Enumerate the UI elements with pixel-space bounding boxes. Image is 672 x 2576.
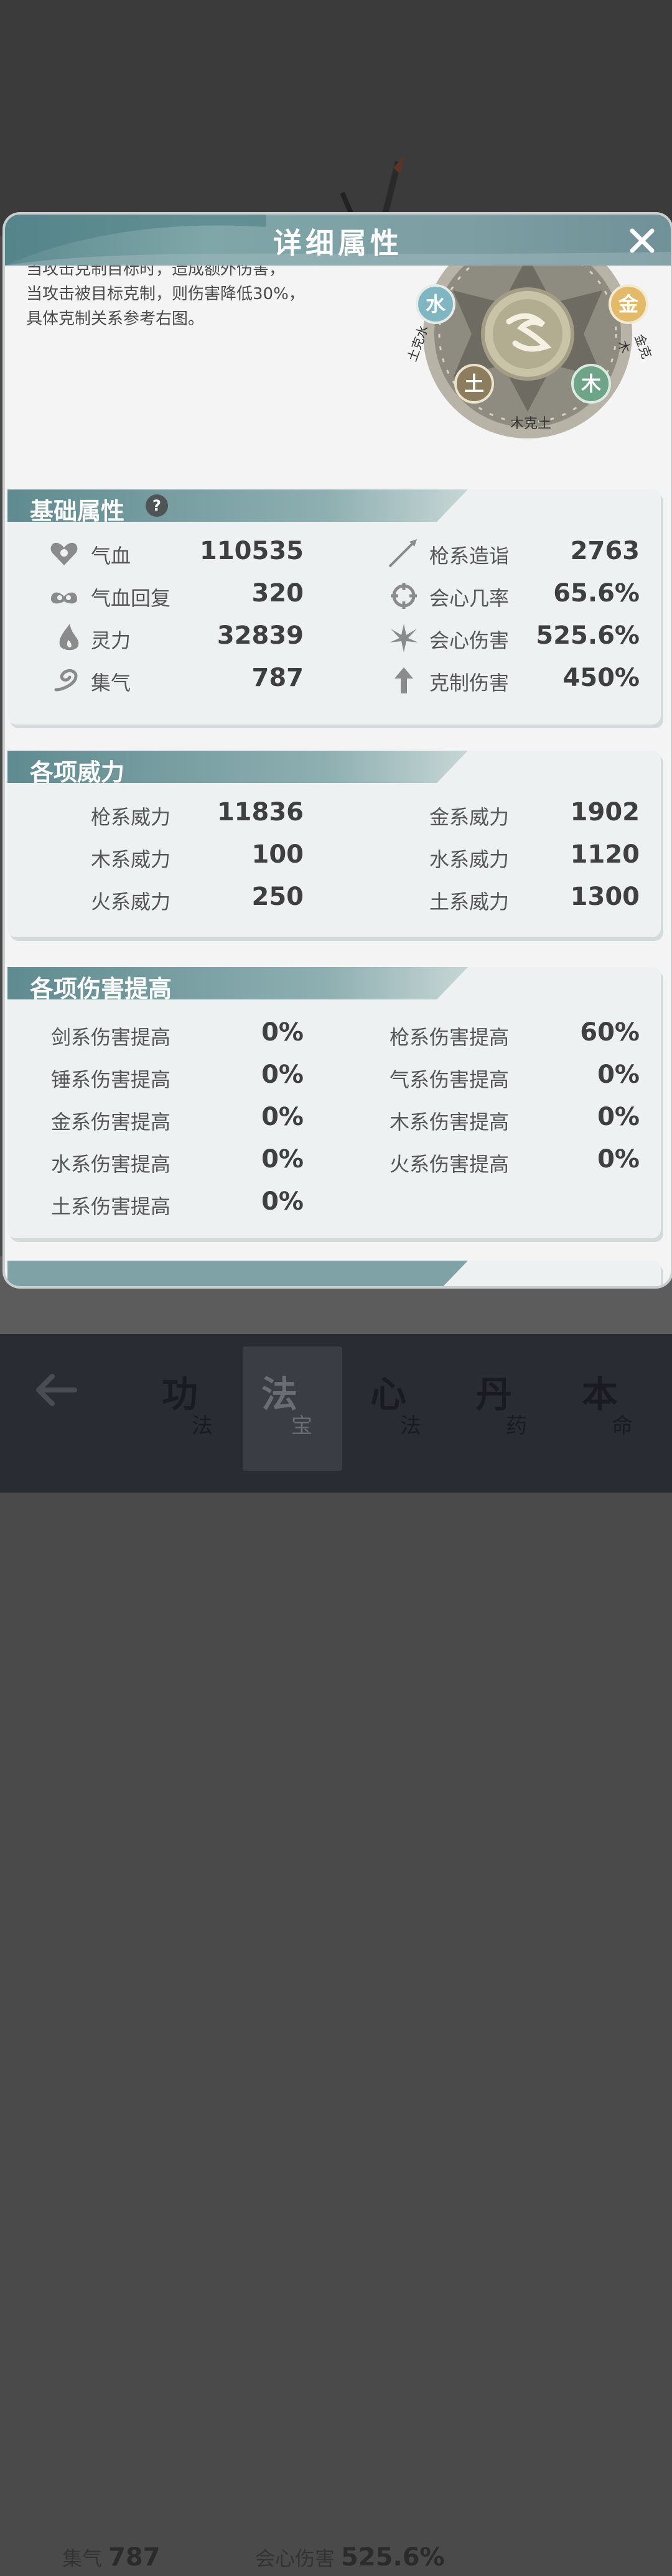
stat-value: 525.6% xyxy=(536,621,640,650)
nav-tab-sub: 药 xyxy=(506,1414,527,1439)
description-line: 当攻击克制目标时，造成额外伤害， xyxy=(26,266,286,279)
heart-icon xyxy=(50,542,78,565)
nav-tab-fabao[interactable]: 法 宝 xyxy=(243,1346,342,1471)
description-line: 当攻击被目标克制，则伤害降低30%， xyxy=(26,285,305,303)
damage-label: 火系伤害提高 xyxy=(390,1152,510,1176)
power-value: 1300 xyxy=(570,883,640,911)
background-stat-crit: 会心伤害 525.6% xyxy=(255,2539,445,2576)
damage-label: 剑系伤害提高 xyxy=(51,1026,171,1049)
power-label: 金系威力 xyxy=(429,805,510,829)
power-value: 1902 xyxy=(570,798,640,827)
damage-label: 气系伤害提高 xyxy=(390,1068,510,1091)
stat-value: 787 xyxy=(251,664,304,692)
stat-label: 集气 xyxy=(91,671,131,695)
nav-tab-sub: 法 xyxy=(400,1414,421,1439)
damage-label: 木系伤害提高 xyxy=(390,1110,510,1134)
nav-tab-danyao[interactable]: 丹 药 xyxy=(457,1346,557,1471)
stat-label: 克制伤害 xyxy=(429,671,510,695)
stat-value: 110535 xyxy=(200,537,304,565)
attribute-detail-modal: 详细属性 当攻击克制目标时，造成额外伤害， 当攻击被目标克制，则伤害降低30%，… xyxy=(5,215,671,1286)
nav-tab-xinfa[interactable]: 心 法 xyxy=(352,1346,451,1471)
element-water-badge: 水 xyxy=(416,284,455,324)
bottom-nav: 功 法 法 宝 心 法 丹 药 本 命 xyxy=(0,1334,672,1493)
nav-tab-benming[interactable]: 本 命 xyxy=(563,1346,663,1471)
background-scene xyxy=(0,0,672,280)
help-icon[interactable]: ? xyxy=(146,494,168,517)
crit-rate-icon xyxy=(391,583,417,609)
nav-tab-gongfa[interactable]: 功 法 xyxy=(143,1346,243,1471)
damage-label: 土系伤害提高 xyxy=(51,1195,171,1218)
power-label: 水系威力 xyxy=(429,848,510,871)
section-basic-attributes: 基础属性 ? 气血 110535 气血回复 320 灵力 32839 集气 78… xyxy=(7,489,661,725)
element-metal-badge: 金 xyxy=(609,284,648,324)
flame-icon xyxy=(59,624,79,651)
power-value: 11836 xyxy=(217,798,304,827)
power-label: 火系威力 xyxy=(91,890,171,914)
stat-label: 会心伤害 xyxy=(429,629,510,652)
back-arrow-icon[interactable] xyxy=(31,1365,81,1415)
damage-value: 0% xyxy=(597,1103,640,1131)
section-title: 各项伤害提高 xyxy=(30,975,172,1003)
close-icon[interactable] xyxy=(627,226,657,256)
damage-value: 0% xyxy=(261,1060,304,1089)
damage-label: 水系伤害提高 xyxy=(51,1152,171,1176)
modal-content[interactable]: 当攻击克制目标时，造成额外伤害， 当攻击被目标克制，则伤害降低30%， 具体克制… xyxy=(5,266,671,1286)
stat-label: 枪系造诣 xyxy=(429,544,510,568)
damage-label: 锤系伤害提高 xyxy=(51,1068,171,1091)
stat-value: 320 xyxy=(251,579,304,608)
background-stat-qi: 集气 787 xyxy=(62,2539,161,2576)
stat-label: 灵力 xyxy=(91,629,131,652)
background-stat-label: 会心伤害 xyxy=(255,2547,335,2570)
nav-tab-sub: 法 xyxy=(192,1414,213,1439)
restraint-description: 当攻击克制目标时，造成额外伤害， 当攻击被目标克制，则伤害降低30%， 具体克制… xyxy=(26,266,399,331)
power-value: 250 xyxy=(251,883,304,911)
background-stat-label: 集气 xyxy=(62,2547,103,2570)
stat-value: 32839 xyxy=(217,621,304,650)
section-title: 各项威力 xyxy=(30,759,125,786)
burst-icon xyxy=(390,624,418,652)
damage-value: 0% xyxy=(597,1145,640,1174)
damage-value: 0% xyxy=(261,1018,304,1047)
element-earth-badge: 土 xyxy=(454,364,494,404)
power-value: 100 xyxy=(251,840,304,869)
nav-tab-sub: 宝 xyxy=(291,1414,312,1439)
section-title: 基础属性 xyxy=(30,498,125,525)
stat-label: 气血回复 xyxy=(91,586,171,610)
modal-title: 详细属性 xyxy=(273,226,403,260)
background-stat-value: 787 xyxy=(108,2543,161,2572)
power-label: 土系威力 xyxy=(429,890,510,914)
stat-label: 会心几率 xyxy=(429,586,510,610)
background-stat-value: 525.6% xyxy=(341,2543,445,2572)
power-label: 木系威力 xyxy=(91,848,171,871)
damage-value: 0% xyxy=(597,1060,640,1089)
section-header-bar xyxy=(7,1261,468,1286)
damage-value: 0% xyxy=(261,1145,304,1174)
damage-label: 金系伤害提高 xyxy=(51,1110,171,1134)
modal-header: 详细属性 xyxy=(5,215,671,266)
section-damage-bonus: 各项伤害提高 剑系伤害提高 0% 锤系伤害提高 0% 金系伤害提高 0% 水系伤… xyxy=(7,967,661,1238)
element-wood-badge: 木 xyxy=(571,364,611,404)
spear-icon xyxy=(388,539,417,568)
description-line: 具体克制关系参考右图。 xyxy=(26,310,205,328)
power-value: 1120 xyxy=(570,840,640,869)
swirl-icon xyxy=(54,669,78,692)
damage-value: 0% xyxy=(261,1187,304,1216)
damage-value: 60% xyxy=(580,1018,640,1047)
arrow-up-icon xyxy=(394,667,413,693)
element-restraint-wheel: 水 金 土 木 土克水 金克木 木克土 xyxy=(403,266,655,477)
stat-value: 2763 xyxy=(570,537,640,565)
damage-label: 枪系伤害提高 xyxy=(390,1026,510,1049)
nav-tab-sub: 命 xyxy=(612,1414,633,1439)
power-label: 枪系威力 xyxy=(91,805,171,829)
section-power: 各项威力 枪系威力 11836 木系威力 100 火系威力 250 金系威力 1… xyxy=(7,751,661,937)
stat-value: 450% xyxy=(562,664,640,692)
stat-value: 65.6% xyxy=(553,579,640,608)
stat-label: 气血 xyxy=(91,544,131,568)
section-next-partial xyxy=(7,1261,661,1286)
damage-value: 0% xyxy=(261,1103,304,1131)
wheel-label-wood-earth: 木克土 xyxy=(510,416,552,432)
heal-icon xyxy=(51,592,77,604)
